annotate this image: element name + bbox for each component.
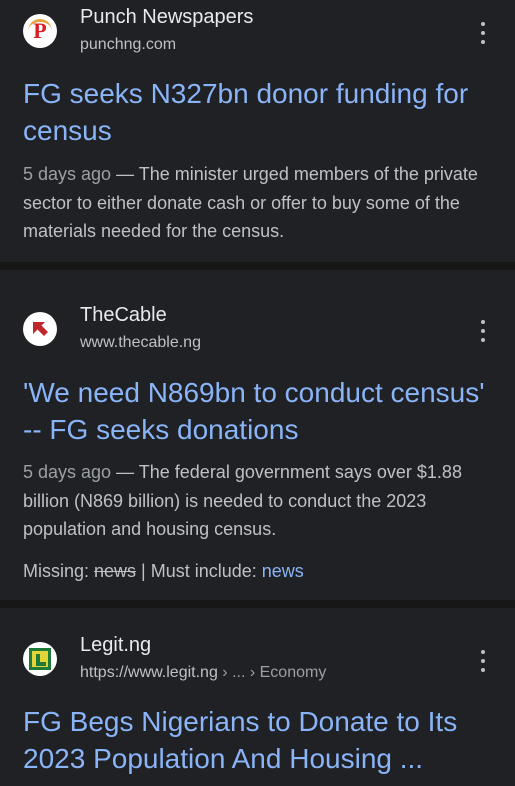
- thecable-arrow-icon: [33, 322, 48, 336]
- source-name: Legit.ng: [80, 634, 152, 656]
- source-row[interactable]: P Punch Newspapers punchng.com: [0, 0, 515, 58]
- snippet-separator: —: [111, 164, 139, 184]
- more-options-icon[interactable]: [473, 320, 493, 342]
- source-url: www.thecable.ng: [80, 334, 201, 351]
- source-row[interactable]: Legit.ng https://www.legit.ng › ... › Ec…: [0, 628, 515, 686]
- missing-label: Missing:: [23, 560, 95, 581]
- search-result-punch: P Punch Newspapers punchng.com FG seeks …: [0, 0, 515, 262]
- result-title[interactable]: FG seeks N327bn donor funding for census: [23, 75, 491, 149]
- source-name: TheCable: [80, 304, 167, 326]
- result-snippet: 5 days ago — The federal government says…: [23, 458, 491, 544]
- result-date: 5 days ago: [23, 462, 112, 482]
- source-name: Punch Newspapers: [80, 6, 254, 28]
- result-snippet: 5 days ago — The minister urged members …: [23, 160, 491, 246]
- source-url-domain: https://www.legit.ng: [80, 664, 218, 681]
- result-title[interactable]: 'We need N869bn to conduct census' -- FG…: [23, 374, 491, 448]
- missing-terms: Missing: news | Must include: news: [23, 558, 491, 584]
- must-include-link[interactable]: news: [262, 561, 304, 581]
- legit-favicon-icon: [23, 642, 57, 676]
- result-divider: [0, 600, 515, 608]
- source-url: punchng.com: [80, 36, 177, 53]
- punch-favicon-icon: P: [23, 14, 57, 48]
- result-title[interactable]: FG Begs Nigerians to Donate to Its 2023 …: [23, 703, 491, 777]
- result-date: 5 days ago: [23, 164, 112, 184]
- legit-logo-icon: [29, 648, 51, 670]
- punch-favicon-ring: [28, 19, 52, 43]
- search-result-legit: Legit.ng https://www.legit.ng › ... › Ec…: [0, 608, 515, 786]
- source-row[interactable]: TheCable www.thecable.ng: [0, 298, 515, 356]
- source-url: https://www.legit.ng › ... › Economy: [80, 664, 326, 682]
- more-options-icon[interactable]: [473, 650, 493, 672]
- result-divider: [0, 262, 515, 270]
- missing-term: news: [94, 560, 137, 581]
- search-result-thecable: TheCable www.thecable.ng 'We need N869bn…: [0, 270, 515, 600]
- must-include-label: | Must include:: [136, 560, 262, 581]
- source-breadcrumb: › ... › Economy: [217, 664, 327, 681]
- snippet-separator: —: [111, 462, 139, 482]
- thecable-favicon-icon: [23, 312, 57, 346]
- more-options-icon[interactable]: [473, 22, 493, 44]
